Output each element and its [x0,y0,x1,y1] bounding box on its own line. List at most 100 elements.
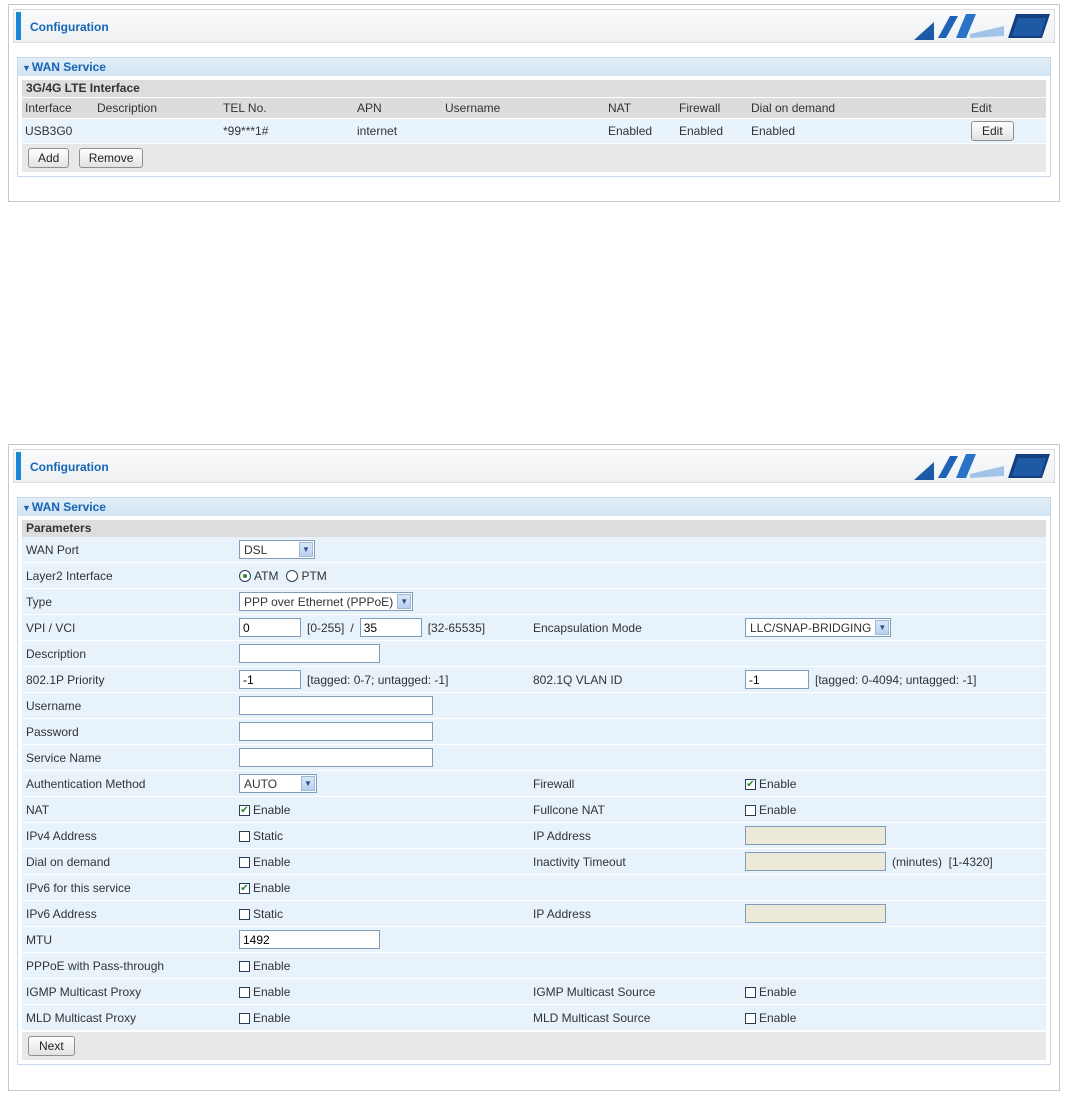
cell-nat: Enabled [605,119,676,143]
mld-proxy-checkbox[interactable] [239,1013,250,1024]
edit-button[interactable]: Edit [971,121,1014,141]
label-vpivci: VPI / VCI [26,620,76,635]
col-tel: TEL No. [220,98,354,118]
bottom-header-title: Configuration [30,460,109,474]
auth-method-select[interactable]: AUTO ▼ [239,774,317,793]
ipv6-service-enable-label: Enable [253,880,291,895]
vlan-input[interactable] [745,670,809,689]
label-username: Username [26,698,82,713]
vci-input[interactable] [359,618,422,637]
row-dial: Dial on demand Enable Inactivity Timeout… [22,849,1046,875]
col-dial: Dial on demand [748,98,968,118]
description-field[interactable] [239,644,380,663]
priority-input[interactable] [239,670,301,689]
chevron-down-icon: ▼ [397,594,412,609]
label-ipv4-address: IP Address [533,828,591,843]
label-mtu: MTU [26,932,52,947]
interface-section-title: 3G/4G LTE Interface [22,80,1046,97]
top-configuration-panel: Configuration ▼WAN Service 3G/4G LTE Int… [8,4,1060,202]
bottom-configuration-header: Configuration [13,449,1055,483]
col-firewall: Firewall [676,98,748,118]
remove-button[interactable]: Remove [78,148,144,168]
wan-port-select[interactable]: DSL ▼ [239,540,315,559]
label-password: Password [26,724,79,739]
label-inactivity: Inactivity Timeout [533,854,626,869]
ipv4-static-checkbox[interactable] [239,831,250,842]
firewall-checkbox[interactable]: ✔ [745,779,756,790]
collapse-triangle-icon: ▼ [22,503,31,513]
label-nat: NAT [26,802,50,817]
label-description: Description [26,646,87,661]
ipv6-static-checkbox[interactable] [239,909,250,920]
pppoe-pass-enable-label: Enable [253,958,291,973]
dial-checkbox[interactable] [239,857,250,868]
cell-apn: internet [354,119,442,143]
vpi-range: [0-255] [307,620,345,635]
interface-table: Interface Description TEL No. APN Userna… [22,97,1046,144]
dial-enable-label: Enable [253,854,291,869]
radio-ptm[interactable] [286,569,299,582]
encapsulation-select[interactable]: LLC/SNAP-BRIDGING ▼ [745,618,892,637]
col-username: Username [442,98,605,118]
chevron-down-icon: ▼ [301,776,315,791]
mtu-input[interactable] [239,930,380,949]
top-wan-service-toggle[interactable]: ▼WAN Service [18,58,1050,76]
ipv6-address-field[interactable] [745,904,886,923]
radio-atm[interactable] [239,569,251,582]
username-field[interactable] [239,696,433,715]
label-mld-proxy: MLD Multicast Proxy [26,1010,137,1025]
row-wan-port: WAN Port DSL ▼ [22,537,1046,563]
vpivci-separator: / [350,620,354,635]
igmp-source-enable-label: Enable [759,984,797,999]
firewall-enable-label: Enable [759,776,797,791]
inactivity-field[interactable] [745,852,886,871]
service-name-field[interactable] [239,748,433,767]
ipv4-address-field[interactable] [745,826,886,845]
table-row: USB3G0 *99***1# internet Enabled Enabled… [22,119,1046,143]
top-header-title: Configuration [30,20,109,34]
collapse-triangle-icon: ▼ [22,63,31,73]
label-ipv6-service: IPv6 for this service [26,880,131,895]
row-ipv6-service: IPv6 for this service ✔ Enable [22,875,1046,901]
top-wan-service-title: WAN Service [31,60,106,74]
label-auth: Authentication Method [26,776,146,791]
password-field[interactable] [239,722,433,741]
pppoe-pass-checkbox[interactable] [239,961,250,972]
type-select[interactable]: PPP over Ethernet (PPPoE) ▼ [239,592,414,611]
label-dial: Dial on demand [26,854,111,869]
row-username: Username [22,693,1046,719]
row-igmp: IGMP Multicast Proxy Enable IGMP Multica… [22,979,1046,1005]
add-button[interactable]: Add [28,148,70,168]
row-mtu: MTU [22,927,1046,953]
cell-firewall: Enabled [676,119,748,143]
ipv6-service-checkbox[interactable]: ✔ [239,883,250,894]
label-service-name: Service Name [26,750,102,765]
row-type: Type PPP over Ethernet (PPPoE) ▼ [22,589,1046,615]
cell-edit: Edit [968,119,1046,143]
mld-source-checkbox[interactable] [745,1013,756,1024]
label-type: Type [26,594,53,609]
header-accent-bar [16,12,21,40]
parameters-section-title: Parameters [22,520,1046,537]
label-fullcone: Fullcone NAT [533,802,605,817]
next-button[interactable]: Next [28,1036,75,1056]
bottom-configuration-panel: Configuration ▼WAN Service Parameters WA… [8,444,1060,1091]
fullcone-checkbox[interactable] [745,805,756,816]
bottom-wan-service-toggle[interactable]: ▼WAN Service [18,498,1050,516]
ipv4-static-label: Static [253,828,284,843]
cell-interface: USB3G0 [22,119,94,143]
row-priority: 802.1P Priority [tagged: 0-7; untagged: … [22,667,1046,693]
label-mld-source: MLD Multicast Source [533,1010,651,1025]
col-interface: Interface [22,98,94,118]
cell-dial: Enabled [748,119,968,143]
row-ipv4: IPv4 Address Static IP Address [22,823,1046,849]
nat-checkbox[interactable]: ✔ [239,805,250,816]
inactivity-hint: (minutes) [1-4320] [892,854,993,869]
vpi-input[interactable] [239,618,301,637]
igmp-source-checkbox[interactable] [745,987,756,998]
row-password: Password [22,719,1046,745]
label-igmp-source: IGMP Multicast Source [533,984,656,999]
label-ipv4: IPv4 Address [26,828,97,843]
igmp-proxy-checkbox[interactable] [239,987,250,998]
radio-ptm-label: PTM [301,568,327,583]
